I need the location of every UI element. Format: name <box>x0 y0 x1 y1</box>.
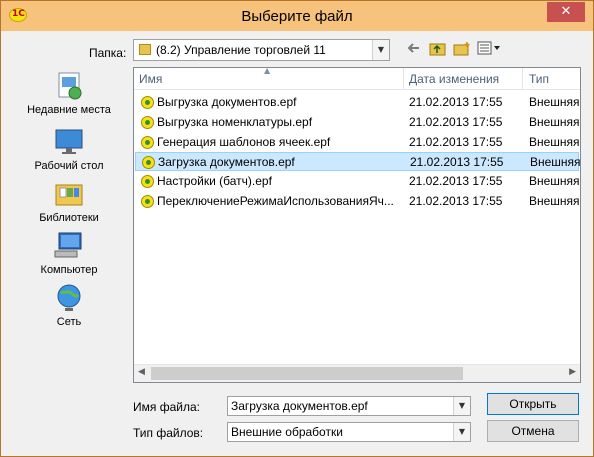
list-header: ▲ Имя Дата изменения Тип <box>134 66 580 90</box>
epf-file-icon <box>141 96 154 109</box>
file-row-selected[interactable]: Загрузка документов.epf 21.02.2013 17:55… <box>135 152 581 171</box>
desktop-icon <box>53 127 85 157</box>
cancel-button[interactable]: Отмена <box>487 420 579 442</box>
file-row[interactable]: Настройки (батч).epf 21.02.2013 17:55 Вн… <box>135 172 580 191</box>
file-dialog: 1C Выберите файл ✕ Папка: (8.2) Управлен… <box>0 0 594 457</box>
file-row[interactable]: Генерация шаблонов ячеек.epf 21.02.2013 … <box>135 133 580 152</box>
computer-icon <box>53 231 85 261</box>
sort-ascending-icon: ▲ <box>264 66 271 75</box>
close-button[interactable]: ✕ <box>547 2 585 22</box>
epf-file-icon <box>141 175 154 188</box>
epf-file-icon <box>142 156 155 169</box>
horizontal-scrollbar[interactable]: ◀ ▶ <box>134 364 580 382</box>
filetype-label: Тип файлов: <box>133 426 204 440</box>
filename-label: Имя файла: <box>133 400 200 414</box>
filename-input[interactable]: Загрузка документов.epf ▼ <box>227 396 471 416</box>
folder-combobox[interactable]: (8.2) Управление торговлей 11 ▼ <box>133 39 390 61</box>
title-bar: 1C Выберите файл ✕ <box>1 1 593 31</box>
place-desktop[interactable]: Рабочий стол <box>13 127 125 172</box>
epf-file-icon <box>141 195 154 208</box>
epf-file-icon <box>141 136 154 149</box>
file-row[interactable]: ПереключениеРежимаИспользованияЯч... 21.… <box>135 192 580 211</box>
scroll-left-icon[interactable]: ◀ <box>138 367 145 377</box>
scrollbar-thumb[interactable] <box>151 367 463 380</box>
chevron-down-icon[interactable]: ▼ <box>453 423 470 441</box>
file-list[interactable]: ▲ Имя Дата изменения Тип Выгрузка докуме… <box>133 66 581 383</box>
folder-label: Папка: <box>89 46 127 60</box>
chevron-down-icon[interactable]: ▼ <box>372 40 389 60</box>
libraries-icon <box>53 179 85 209</box>
file-row[interactable]: Выгрузка документов.epf 21.02.2013 17:55… <box>135 93 580 112</box>
column-name[interactable]: Имя <box>139 72 162 86</box>
chevron-down-icon[interactable]: ▼ <box>453 397 470 415</box>
network-icon <box>53 283 85 313</box>
folder-value: (8.2) Управление торговлей 11 <box>156 43 326 57</box>
column-date[interactable]: Дата изменения <box>409 72 499 86</box>
column-type[interactable]: Тип <box>529 72 549 86</box>
place-recent[interactable]: Недавние места <box>13 71 125 116</box>
places-sidebar: Недавние места Рабочий стол Библиотеки К… <box>13 67 125 385</box>
file-row[interactable]: Выгрузка номенклатуры.epf 21.02.2013 17:… <box>135 113 580 132</box>
recent-places-icon <box>53 71 85 101</box>
back-arrow-icon[interactable] <box>407 41 421 59</box>
filetype-select[interactable]: Внешние обработки ▼ <box>227 422 471 442</box>
open-button[interactable]: Открыть <box>487 393 579 415</box>
up-folder-icon[interactable] <box>429 41 447 59</box>
folder-icon <box>139 44 151 55</box>
place-libraries[interactable]: Библиотеки <box>13 179 125 224</box>
epf-file-icon <box>141 116 154 129</box>
dialog-title: Выберите файл <box>241 8 353 25</box>
place-network[interactable]: Сеть <box>13 283 125 328</box>
scroll-right-icon[interactable]: ▶ <box>569 367 576 377</box>
view-menu-icon[interactable] <box>477 41 501 59</box>
new-folder-icon[interactable] <box>453 41 471 59</box>
place-computer[interactable]: Компьютер <box>13 231 125 276</box>
